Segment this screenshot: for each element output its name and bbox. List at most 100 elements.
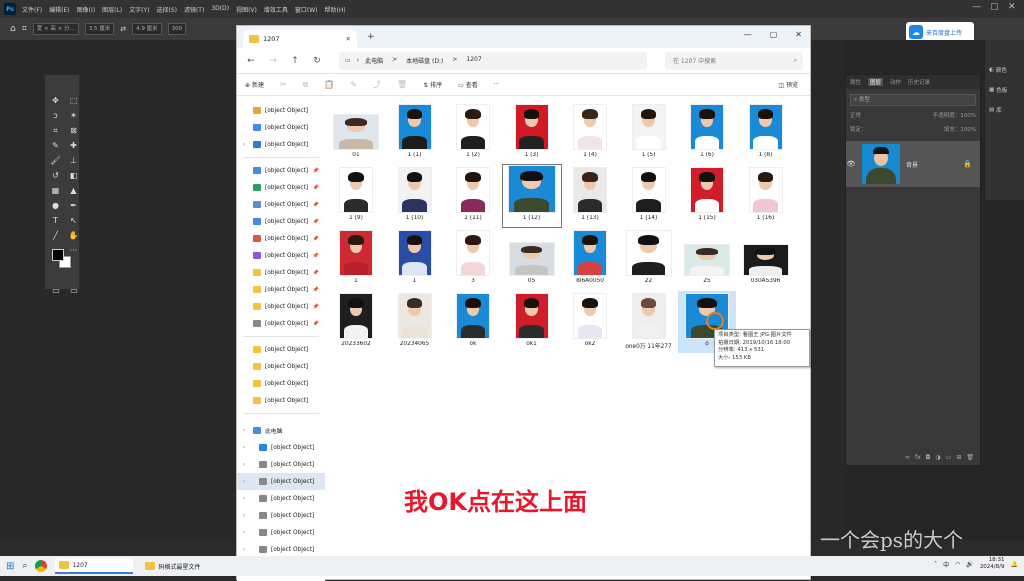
menu-item[interactable]: 选择(S) xyxy=(156,5,177,14)
minimize-icon[interactable]: — xyxy=(972,2,981,12)
swap-icon[interactable]: ⇄ xyxy=(120,25,126,33)
marquee-icon[interactable]: ⬚ xyxy=(67,95,80,107)
breadcrumb-item[interactable]: 此电脑 xyxy=(365,56,383,65)
nav-item[interactable]: [object Object] xyxy=(237,102,325,119)
minimize-icon[interactable]: — xyxy=(744,30,752,39)
new-layer-icon[interactable]: ⊞ xyxy=(956,454,961,461)
menu-item[interactable]: 增效工具 xyxy=(264,5,288,14)
stamp-icon[interactable]: ⊥ xyxy=(67,155,80,167)
baidu-upload-button[interactable]: ☁ 来百度盘上传 xyxy=(906,22,974,42)
search-input[interactable]: 在 1207 中搜索 ⌕ xyxy=(665,51,803,70)
notification-icon[interactable]: 🔔 xyxy=(1011,561,1018,568)
file-thumbnail[interactable]: 1 (12) xyxy=(501,164,562,228)
eyedropper-icon[interactable]: ✎ xyxy=(49,140,62,152)
nav-item[interactable]: › [object Object] xyxy=(237,439,325,456)
lasso-icon[interactable]: ↄ xyxy=(49,110,62,122)
more-button[interactable]: ··· xyxy=(494,81,500,88)
color-panel-button[interactable]: ◐ 颜色 xyxy=(985,60,1024,80)
crop-icon[interactable]: ⌗ xyxy=(22,24,27,34)
magic-wand-icon[interactable]: ✶ xyxy=(67,110,80,122)
copy-icon[interactable]: ⧉ xyxy=(303,80,309,90)
gradient-icon[interactable]: ▦ xyxy=(49,185,62,197)
menu-item[interactable]: 编辑(E) xyxy=(49,5,69,14)
tab-close-icon[interactable]: ✕ xyxy=(346,35,351,43)
preview-button[interactable]: ◫ 预览 xyxy=(778,80,798,89)
nav-item[interactable]: [object Object] xyxy=(237,119,325,136)
nav-item[interactable]: [object Object] 📌 xyxy=(237,281,325,298)
new-button[interactable]: ⊕ 新建 xyxy=(245,80,264,89)
layer-row-background[interactable]: 👁 背景 🔒 xyxy=(846,141,980,187)
file-thumbnail[interactable]: 01 xyxy=(327,102,385,164)
foreground-color-swatch[interactable] xyxy=(52,249,64,261)
pin-icon[interactable]: 📌 xyxy=(313,236,319,242)
menu-item[interactable]: 帮助(H) xyxy=(325,5,346,14)
nav-item[interactable]: › [object Object] xyxy=(237,136,325,153)
file-thumbnail[interactable]: 20234065 xyxy=(386,291,444,353)
up-arrow-icon[interactable]: ↑ xyxy=(289,56,301,66)
fill-field[interactable]: 100% xyxy=(960,127,976,133)
close-icon[interactable]: ✕ xyxy=(1008,2,1016,12)
taskbar-app-folder[interactable]: 码格式最星文件 xyxy=(141,558,204,574)
nav-item[interactable]: › [object Object] xyxy=(237,507,325,524)
nav-item[interactable]: › [object Object] xyxy=(237,473,325,490)
file-thumbnail[interactable]: 1 (14) xyxy=(620,165,678,227)
eraser-icon[interactable]: ◧ xyxy=(67,170,80,182)
link-icon[interactable]: ∞ xyxy=(905,454,910,461)
close-icon[interactable]: ✕ xyxy=(795,30,802,39)
file-thumbnail[interactable]: 030A5396 xyxy=(737,228,795,290)
visibility-eye-icon[interactable]: 👁 xyxy=(846,160,856,168)
file-thumbnail[interactable]: 1 (15) xyxy=(678,165,736,227)
taskbar-app-explorer[interactable]: 1207 xyxy=(55,558,134,574)
view-button[interactable]: ▭ 查看 xyxy=(458,80,478,89)
share-icon[interactable]: ⤴ xyxy=(373,79,381,90)
fx-icon[interactable]: fx xyxy=(915,454,921,461)
cut-icon[interactable]: ✂ xyxy=(280,80,287,89)
nav-item[interactable]: [object Object] 📌 xyxy=(237,179,325,196)
file-thumbnail[interactable]: 05 xyxy=(503,228,561,290)
history-brush-icon[interactable]: ↺ xyxy=(49,170,62,182)
file-thumbnail[interactable]: 20233602 xyxy=(327,291,385,353)
nav-item[interactable]: [object Object] 📌 xyxy=(237,196,325,213)
tab-0[interactable]: 属性 xyxy=(850,78,861,86)
tab-2[interactable]: 动作 xyxy=(890,78,901,86)
mask-icon[interactable]: ◘ xyxy=(926,454,931,461)
file-thumbnail[interactable]: 1 (11) xyxy=(444,165,502,227)
pen-icon[interactable]: ✒ xyxy=(67,200,80,212)
pin-icon[interactable]: 📌 xyxy=(313,185,319,191)
chevron-right-icon[interactable]: › xyxy=(243,142,245,148)
dodge-icon[interactable]: ● xyxy=(49,200,62,212)
nav-item[interactable]: [object Object] 📌 xyxy=(237,264,325,281)
nav-item[interactable]: [object Object] 📌 xyxy=(237,230,325,247)
file-thumbnail[interactable]: one0万 11年277 xyxy=(620,291,678,353)
delete-icon[interactable]: 🗑 xyxy=(397,80,407,89)
chevron-right-icon[interactable]: › xyxy=(243,445,245,451)
maximize-icon[interactable]: ▢ xyxy=(990,2,999,12)
tab-1[interactable]: 图层 xyxy=(868,78,884,86)
adjustment-icon[interactable]: ◑ xyxy=(935,454,940,461)
nav-item[interactable]: [object Object] 📌 xyxy=(237,213,325,230)
chevron-right-icon[interactable]: › xyxy=(243,428,245,434)
layer-filter-select[interactable]: ⌕ 类型 xyxy=(850,94,976,106)
blend-mode-select[interactable]: 正常 xyxy=(850,111,861,123)
file-thumbnail[interactable]: 1 (2) xyxy=(444,102,502,164)
menu-item[interactable]: 文件(F) xyxy=(22,5,42,14)
menu-item[interactable]: 图像(I) xyxy=(77,5,95,14)
menu-item[interactable]: 窗口(W) xyxy=(295,5,318,14)
pin-icon[interactable]: 📌 xyxy=(313,219,319,225)
new-tab-icon[interactable]: + xyxy=(367,32,375,42)
nav-item[interactable]: › 此电脑 xyxy=(237,422,325,439)
file-thumbnail[interactable]: 1 (16) xyxy=(737,165,795,227)
file-thumbnail[interactable]: 1 (10) xyxy=(386,165,444,227)
width-field[interactable]: 3.5 厘米 xyxy=(84,23,115,35)
forward-arrow-icon[interactable]: → xyxy=(267,56,279,66)
shape-icon[interactable]: ╱ xyxy=(49,230,62,242)
nav-item[interactable]: › [object Object] xyxy=(237,524,325,541)
volume-icon[interactable]: 🔊 xyxy=(966,561,973,568)
chrome-icon[interactable] xyxy=(35,560,48,572)
swatches-panel-button[interactable]: ▦ 色板 xyxy=(985,80,1024,100)
back-arrow-icon[interactable]: ← xyxy=(245,56,257,66)
file-thumbnail[interactable]: ok xyxy=(444,291,502,353)
file-thumbnail[interactable]: 1 (4) xyxy=(561,102,619,164)
group-folder-icon[interactable]: ▭ xyxy=(946,454,952,461)
pin-icon[interactable]: 📌 xyxy=(313,270,319,276)
